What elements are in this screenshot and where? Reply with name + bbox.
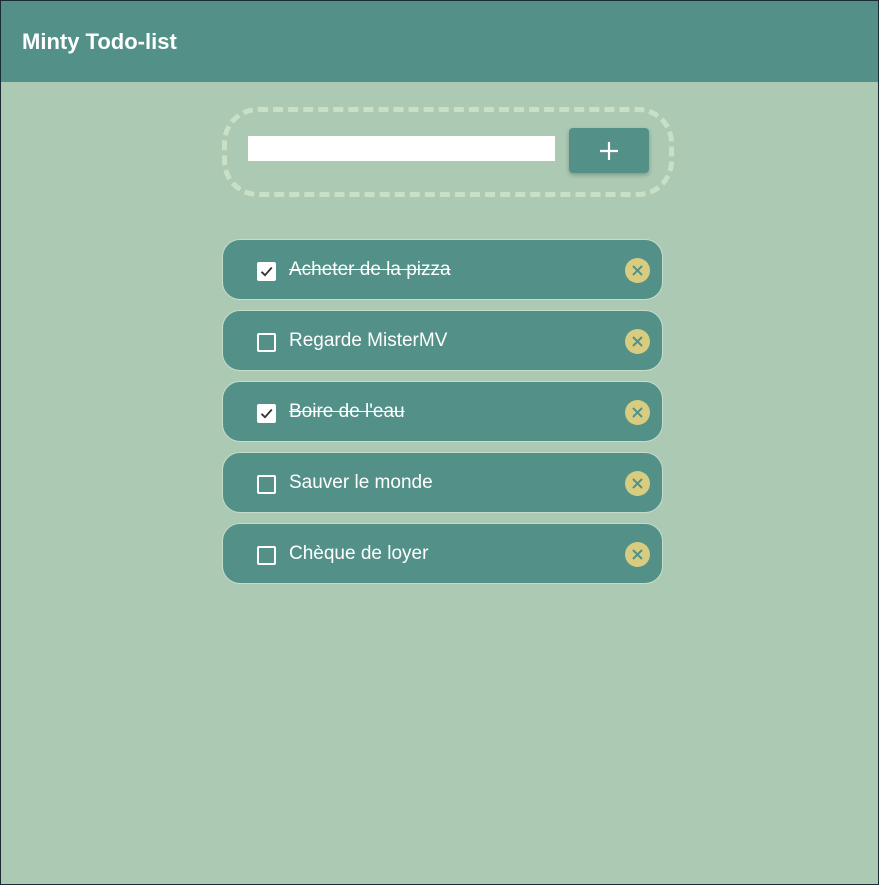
todo-checkbox[interactable] <box>257 546 276 565</box>
add-todo-button[interactable] <box>569 128 649 173</box>
todo-checkbox[interactable] <box>257 262 276 281</box>
todo-checkbox[interactable] <box>257 475 276 494</box>
todo-item: Sauver le monde <box>222 452 663 513</box>
delete-todo-button[interactable] <box>625 258 650 283</box>
delete-todo-button[interactable] <box>625 329 650 354</box>
close-icon <box>632 336 643 347</box>
close-icon <box>632 478 643 489</box>
plus-icon <box>600 141 618 160</box>
todo-label: Sauver le monde <box>289 472 433 493</box>
todo-label: Chèque de loyer <box>289 543 429 564</box>
todo-label: Regarde MisterMV <box>289 330 448 351</box>
todo-list: Acheter de la pizza Regarde MisterMV Boi… <box>222 239 665 594</box>
todo-label: Acheter de la pizza <box>289 259 451 280</box>
todo-item: Acheter de la pizza <box>222 239 663 300</box>
todo-item: Chèque de loyer <box>222 523 663 584</box>
checkmark-icon <box>260 266 273 277</box>
add-todo-form <box>222 107 674 197</box>
checkmark-icon <box>260 408 273 419</box>
delete-todo-button[interactable] <box>625 400 650 425</box>
close-icon <box>632 265 643 276</box>
todo-item: Boire de l'eau <box>222 381 663 442</box>
todo-checkbox[interactable] <box>257 404 276 423</box>
todo-label: Boire de l'eau <box>289 401 405 422</box>
close-icon <box>632 549 643 560</box>
app-bar: Minty Todo-list <box>1 1 878 82</box>
todo-checkbox[interactable] <box>257 333 276 352</box>
close-icon <box>632 407 643 418</box>
app-window: Minty Todo-list Acheter de la pizza Rega… <box>1 1 878 884</box>
delete-todo-button[interactable] <box>625 542 650 567</box>
delete-todo-button[interactable] <box>625 471 650 496</box>
app-title: Minty Todo-list <box>22 29 177 54</box>
new-todo-input[interactable] <box>248 136 555 161</box>
todo-item: Regarde MisterMV <box>222 310 663 371</box>
